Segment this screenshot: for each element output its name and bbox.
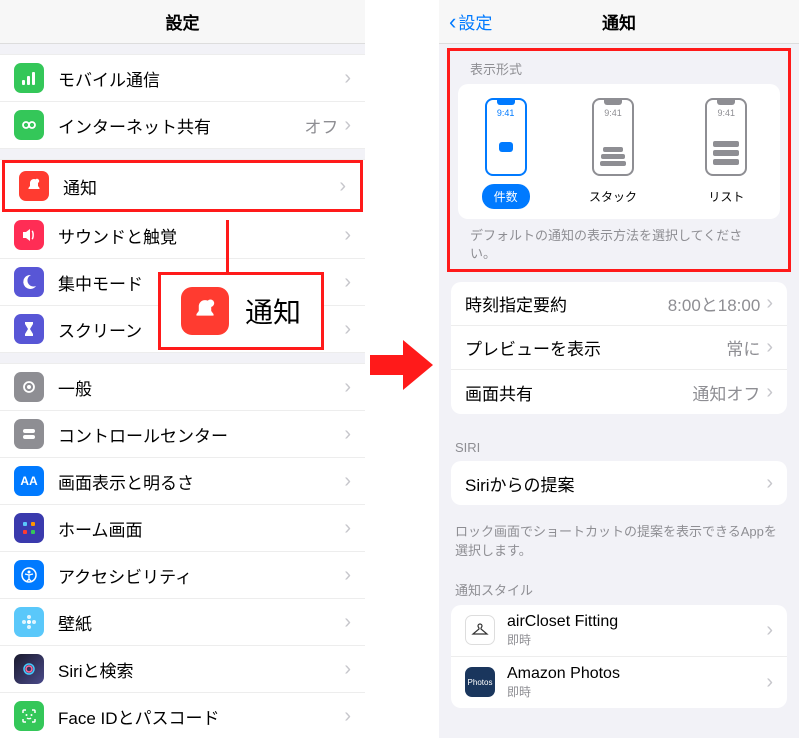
chevron-right-icon: › xyxy=(344,318,351,341)
apps-group: airCloset Fitting 即時 › Photos Amazon Pho… xyxy=(451,605,787,708)
siri-section-label: SIRI xyxy=(439,424,799,461)
hourglass-icon xyxy=(14,314,44,344)
notifications-screen: ‹ 設定 通知 表示形式 9:41 件数 9:41 スタック 9:41 リスト xyxy=(439,0,799,738)
annotation-connector xyxy=(226,220,229,275)
chevron-right-icon: › xyxy=(344,224,351,247)
amazon-photos-icon: Photos xyxy=(465,667,495,697)
row-faceid[interactable]: Face IDとパスコード › xyxy=(0,693,365,738)
chevron-right-icon: › xyxy=(766,381,773,404)
letters-icon: AA xyxy=(14,466,44,496)
phone-preview-count: 9:41 xyxy=(485,98,527,176)
chevron-right-icon: › xyxy=(766,671,773,694)
chevron-right-icon: › xyxy=(344,705,351,728)
option-count[interactable]: 9:41 件数 xyxy=(482,98,530,209)
chevron-right-icon: › xyxy=(766,292,773,315)
person-icon xyxy=(14,560,44,590)
annotation-callout: 通知 xyxy=(158,272,324,350)
general-group: 一般 › コントロールセンター › AA 画面表示と明るさ › ホーム画面 › … xyxy=(0,363,365,738)
row-app-amazon-photos[interactable]: Photos Amazon Photos 即時 › xyxy=(451,657,787,708)
grid-icon xyxy=(14,513,44,543)
row-hotspot[interactable]: インターネット共有 オフ › xyxy=(0,102,365,148)
row-cellular[interactable]: モバイル通信 › xyxy=(0,55,365,102)
row-accessibility[interactable]: アクセシビリティ › xyxy=(0,552,365,599)
page-title: 通知 xyxy=(602,9,636,34)
chevron-right-icon: › xyxy=(766,336,773,359)
faceid-icon xyxy=(14,701,44,731)
chevron-right-icon: › xyxy=(344,517,351,540)
chevron-right-icon: › xyxy=(344,658,351,681)
row-scheduled[interactable]: 時刻指定要約 8:00と18:00 › xyxy=(451,282,787,326)
phone-preview-stack: 9:41 xyxy=(592,98,634,176)
notifications-header: ‹ 設定 通知 xyxy=(439,0,799,44)
chevron-right-icon: › xyxy=(339,175,346,198)
flower-icon xyxy=(14,607,44,637)
bell-icon xyxy=(19,171,49,201)
toggles-icon xyxy=(14,419,44,449)
speaker-icon xyxy=(14,220,44,250)
section-footer: デフォルトの通知の表示方法を選択してください。 xyxy=(454,219,784,267)
siri-footer: ロック画面でショートカットの提案を表示できるAppを選択します。 xyxy=(439,515,799,563)
siri-group: Siriからの提案 › xyxy=(451,461,787,505)
chevron-right-icon: › xyxy=(344,564,351,587)
hotspot-icon xyxy=(14,110,44,140)
gear-icon xyxy=(14,372,44,402)
annotation-arrow xyxy=(370,335,435,395)
chevron-right-icon: › xyxy=(766,472,773,495)
chevron-left-icon: ‹ xyxy=(449,9,456,35)
row-display[interactable]: AA 画面表示と明るさ › xyxy=(0,458,365,505)
display-options: 9:41 件数 9:41 スタック 9:41 リスト xyxy=(458,84,780,219)
summary-group: 時刻指定要約 8:00と18:00 › プレビューを表示 常に › 画面共有 通… xyxy=(451,282,787,414)
chevron-right-icon: › xyxy=(344,611,351,634)
back-button[interactable]: ‹ 設定 xyxy=(449,9,492,35)
option-list[interactable]: 9:41 リスト xyxy=(696,98,756,209)
row-screen-share[interactable]: 画面共有 通知オフ › xyxy=(451,370,787,414)
chevron-right-icon: › xyxy=(344,423,351,446)
row-sounds[interactable]: サウンドと触覚 › xyxy=(0,212,365,259)
chevron-right-icon: › xyxy=(344,114,351,137)
settings-screen: 設定 モバイル通信 › インターネット共有 オフ › 通知 › サウンドと触覚 … xyxy=(0,0,365,738)
row-siri[interactable]: Siriと検索 › xyxy=(0,646,365,693)
row-home[interactable]: ホーム画面 › xyxy=(0,505,365,552)
moon-icon xyxy=(14,267,44,297)
row-wallpaper[interactable]: 壁紙 › xyxy=(0,599,365,646)
chevron-right-icon: › xyxy=(344,271,351,294)
row-app-aircloset[interactable]: airCloset Fitting 即時 › xyxy=(451,605,787,657)
chevron-right-icon: › xyxy=(344,470,351,493)
chevron-right-icon: › xyxy=(766,619,773,642)
hanger-icon xyxy=(465,615,495,645)
row-siri-suggestions[interactable]: Siriからの提案 › xyxy=(451,461,787,505)
page-title: 設定 xyxy=(166,9,200,34)
style-section-label: 通知スタイル xyxy=(439,564,799,605)
chevron-right-icon: › xyxy=(344,376,351,399)
settings-header: 設定 xyxy=(0,0,365,44)
display-style-section-highlight: 表示形式 9:41 件数 9:41 スタック 9:41 リスト デフォルトの通知… xyxy=(447,48,791,272)
row-notifications[interactable]: 通知 › xyxy=(2,160,363,212)
section-label: 表示形式 xyxy=(454,55,784,84)
row-general[interactable]: 一般 › xyxy=(0,364,365,411)
siri-icon xyxy=(14,654,44,684)
cellular-icon xyxy=(14,63,44,93)
bell-icon xyxy=(181,287,229,335)
row-preview[interactable]: プレビューを表示 常に › xyxy=(451,326,787,370)
phone-preview-list: 9:41 xyxy=(705,98,747,176)
connectivity-group: モバイル通信 › インターネット共有 オフ › xyxy=(0,54,365,149)
row-control-center[interactable]: コントロールセンター › xyxy=(0,411,365,458)
option-stack[interactable]: 9:41 スタック xyxy=(577,98,649,209)
chevron-right-icon: › xyxy=(344,67,351,90)
